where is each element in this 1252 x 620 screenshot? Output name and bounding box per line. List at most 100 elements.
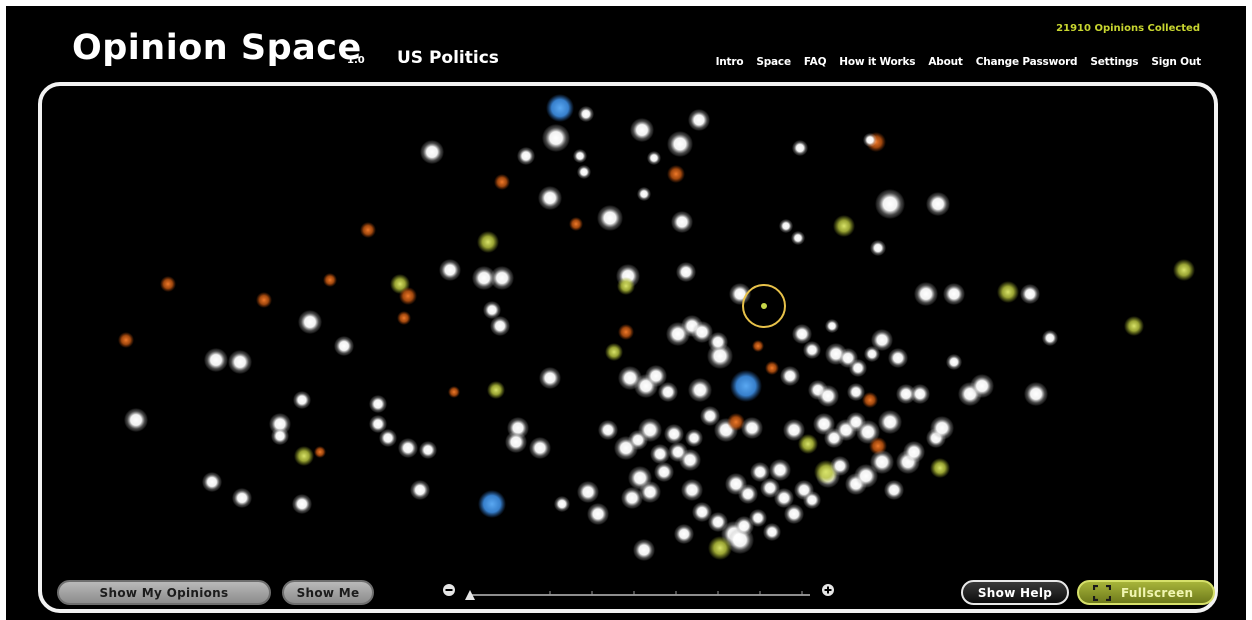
opinion-dot-neutral[interactable] — [639, 481, 661, 503]
opinion-dot-neutral[interactable] — [671, 211, 693, 233]
opinion-dot-highlight[interactable] — [478, 490, 506, 518]
opinion-dot-agree[interactable] — [605, 343, 623, 361]
opinion-dot-neutral[interactable] — [292, 494, 312, 514]
opinion-dot-neutral[interactable] — [369, 395, 387, 413]
nav-intro[interactable]: Intro — [716, 56, 744, 68]
opinion-dot-neutral[interactable] — [878, 410, 902, 434]
opinion-dot-neutral[interactable] — [638, 418, 662, 442]
opinion-dot-disagree[interactable] — [448, 386, 460, 398]
fullscreen-button[interactable]: Fullscreen — [1077, 580, 1215, 605]
opinion-dot-disagree[interactable] — [569, 217, 583, 231]
opinion-dot-neutral[interactable] — [888, 348, 908, 368]
opinion-dot-neutral[interactable] — [825, 319, 839, 333]
opinion-dot-neutral[interactable] — [577, 165, 591, 179]
opinion-dot-neutral[interactable] — [926, 192, 950, 216]
nav-sign-out[interactable]: Sign Out — [1151, 56, 1201, 68]
opinion-dot-neutral[interactable] — [554, 496, 570, 512]
opinion-dot-disagree[interactable] — [397, 311, 411, 325]
opinion-dot-neutral[interactable] — [490, 266, 514, 290]
opinion-dot-neutral[interactable] — [293, 391, 311, 409]
opinion-dot-highlight[interactable] — [730, 370, 762, 402]
opinion-dot-disagree[interactable] — [323, 273, 337, 287]
opinion-dot-neutral[interactable] — [667, 131, 693, 157]
opinion-dot-neutral[interactable] — [573, 149, 587, 163]
opinion-dot-neutral[interactable] — [738, 484, 758, 504]
opinion-dot-neutral[interactable] — [654, 462, 674, 482]
opinion-dot-neutral[interactable] — [298, 310, 322, 334]
opinion-dot-neutral[interactable] — [410, 480, 430, 500]
opinion-dot-neutral[interactable] — [529, 437, 551, 459]
opinion-dot-neutral[interactable] — [538, 186, 562, 210]
opinion-dot-neutral[interactable] — [803, 491, 821, 509]
opinion-dot-neutral[interactable] — [863, 133, 877, 147]
opinion-dot-neutral[interactable] — [517, 147, 535, 165]
opinion-dot-neutral[interactable] — [849, 359, 867, 377]
opinion-dot-highlight[interactable] — [546, 94, 574, 122]
opinion-dot-neutral[interactable] — [871, 329, 893, 351]
nav-about[interactable]: About — [928, 56, 963, 68]
opinion-dot-disagree[interactable] — [618, 324, 634, 340]
opinion-dot-neutral[interactable] — [679, 449, 701, 471]
opinion-dot-neutral[interactable] — [943, 283, 965, 305]
opinion-dot-neutral[interactable] — [379, 429, 397, 447]
opinion-dot-neutral[interactable] — [539, 367, 561, 389]
opinion-dot-agree[interactable] — [294, 446, 314, 466]
opinion-dot-agree[interactable] — [833, 215, 855, 237]
opinion-dot-agree[interactable] — [930, 458, 950, 478]
opinion-dot-disagree[interactable] — [494, 174, 510, 190]
opinion-dot-neutral[interactable] — [681, 479, 703, 501]
opinion-dot-neutral[interactable] — [1042, 330, 1058, 346]
opinion-dot-neutral[interactable] — [597, 205, 623, 231]
opinion-dot-neutral[interactable] — [792, 140, 808, 156]
opinion-dot-neutral[interactable] — [490, 316, 510, 336]
nav-how-it-works[interactable]: How it Works — [839, 56, 915, 68]
nav-space[interactable]: Space — [756, 56, 791, 68]
opinion-dot-neutral[interactable] — [830, 456, 850, 476]
opinion-dot-neutral[interactable] — [664, 424, 684, 444]
nav-settings[interactable]: Settings — [1090, 56, 1138, 68]
opinion-dot-agree[interactable] — [1124, 316, 1144, 336]
opinion-dot-neutral[interactable] — [419, 441, 437, 459]
show-help-button[interactable]: Show Help — [961, 580, 1069, 605]
opinion-dot-neutral[interactable] — [228, 350, 252, 374]
nav-change-password[interactable]: Change Password — [976, 56, 1078, 68]
opinion-dot-neutral[interactable] — [741, 417, 763, 439]
opinion-dot-neutral[interactable] — [817, 385, 839, 407]
opinion-dot-neutral[interactable] — [124, 408, 148, 432]
opinion-dot-neutral[interactable] — [633, 539, 655, 561]
opinion-dots[interactable] — [42, 86, 1214, 609]
opinion-dot-neutral[interactable] — [685, 429, 703, 447]
opinion-space-canvas[interactable] — [38, 82, 1218, 613]
opinion-dot-disagree[interactable] — [160, 276, 176, 292]
opinion-dot-disagree[interactable] — [314, 446, 326, 458]
opinion-dot-neutral[interactable] — [914, 282, 938, 306]
opinion-dot-agree[interactable] — [477, 231, 499, 253]
opinion-dot-neutral[interactable] — [903, 441, 925, 463]
opinion-dot-neutral[interactable] — [398, 438, 418, 458]
opinion-dot-agree[interactable] — [487, 381, 505, 399]
zoom-in-icon[interactable] — [822, 584, 834, 596]
opinion-dot-neutral[interactable] — [779, 219, 793, 233]
opinion-dot-neutral[interactable] — [946, 354, 962, 370]
opinion-dot-neutral[interactable] — [232, 488, 252, 508]
opinion-dot-neutral[interactable] — [769, 459, 791, 481]
opinion-dot-neutral[interactable] — [439, 259, 461, 281]
opinion-dot-disagree[interactable] — [256, 292, 272, 308]
opinion-dot-neutral[interactable] — [884, 480, 904, 500]
opinion-dot-neutral[interactable] — [577, 481, 599, 503]
opinion-dot-neutral[interactable] — [791, 231, 805, 245]
opinion-dot-neutral[interactable] — [674, 524, 694, 544]
opinion-dot-neutral[interactable] — [1024, 382, 1048, 406]
nav-faq[interactable]: FAQ — [804, 56, 827, 68]
opinion-dot-neutral[interactable] — [204, 348, 228, 372]
opinion-dot-neutral[interactable] — [970, 374, 994, 398]
opinion-dot-neutral[interactable] — [870, 240, 886, 256]
opinion-dot-neutral[interactable] — [505, 431, 527, 453]
opinion-dot-disagree[interactable] — [118, 332, 134, 348]
opinion-dot-neutral[interactable] — [749, 509, 767, 527]
opinion-dot-neutral[interactable] — [420, 140, 444, 164]
opinion-dot-neutral[interactable] — [650, 444, 670, 464]
opinion-dot-neutral[interactable] — [542, 124, 570, 152]
opinion-dot-neutral[interactable] — [784, 504, 804, 524]
opinion-dot-neutral[interactable] — [792, 324, 812, 344]
